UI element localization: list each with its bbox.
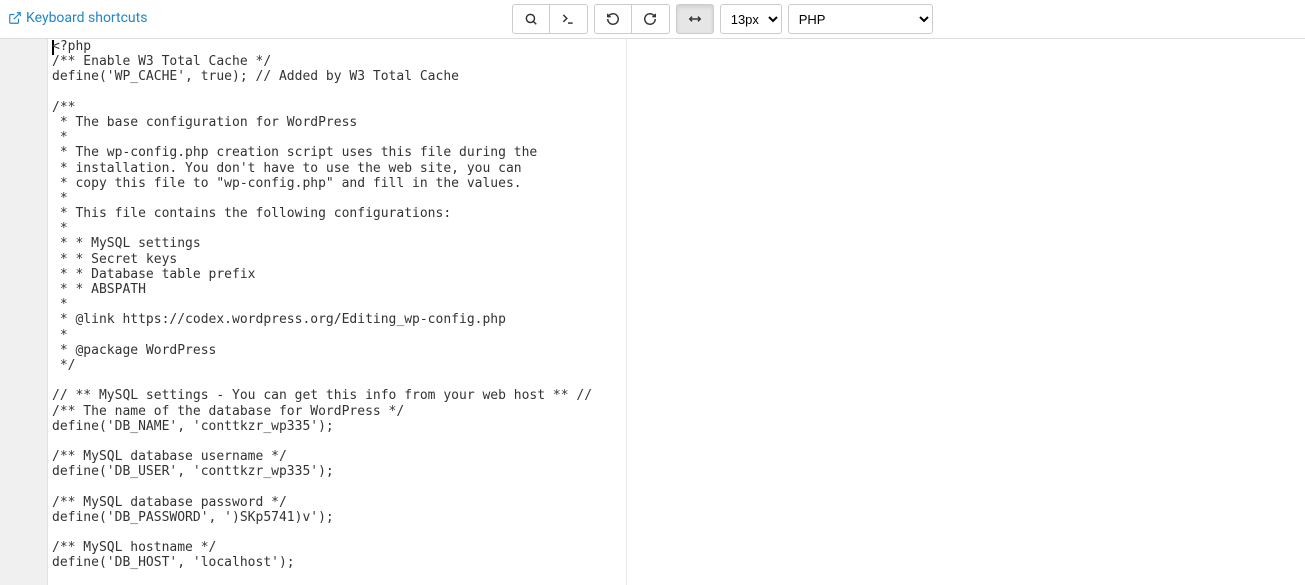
code-text[interactable]: /** MySQL database username */ [48, 449, 1305, 464]
keyboard-shortcuts-link[interactable]: Keyboard shortcuts [8, 10, 147, 26]
code-editor[interactable]: 1<?php2/** Enable W3 Total Cache */3defi… [0, 39, 1305, 585]
external-link-icon [8, 11, 22, 25]
code-text[interactable]: * @link https://codex.wordpress.org/Edit… [48, 312, 1305, 327]
editor-line[interactable]: 2/** Enable W3 Total Cache */ [0, 54, 1305, 69]
editor-line[interactable]: 21 * @package WordPress [0, 343, 1305, 358]
editor-line[interactable]: 10 * copy this file to "wp-config.php" a… [0, 176, 1305, 191]
code-text[interactable]: * The base configuration for WordPress [48, 115, 1305, 130]
code-text[interactable]: * This file contains the following confi… [48, 206, 1305, 221]
code-text[interactable]: * installation. You don't have to use th… [48, 161, 1305, 176]
arrows-horizontal-icon [688, 12, 702, 26]
editor-line[interactable]: 23 [0, 373, 1305, 388]
code-text[interactable] [48, 434, 1305, 449]
code-text[interactable] [48, 85, 1305, 100]
wrap-toggle-button[interactable] [676, 4, 714, 34]
code-text[interactable] [48, 571, 1305, 585]
editor-line[interactable]: 30 [0, 479, 1305, 494]
code-text[interactable]: <?php [48, 39, 1305, 54]
code-text[interactable]: * [48, 221, 1305, 236]
editor-line[interactable]: 24// ** MySQL settings - You can get thi… [0, 388, 1305, 403]
editor-line[interactable]: 3define('WP_CACHE', true); // Added by W… [0, 69, 1305, 84]
editor-line[interactable]: 22 */ [0, 358, 1305, 373]
editor-line[interactable]: 1<?php [0, 39, 1305, 54]
code-text[interactable]: * * Secret keys [48, 252, 1305, 267]
editor-line[interactable]: 11 * [0, 191, 1305, 206]
editor-line[interactable]: 15 * * Secret keys [0, 252, 1305, 267]
editor-line[interactable]: 17 * * ABSPATH [0, 282, 1305, 297]
editor-line[interactable]: 6 * The base configuration for WordPress [0, 115, 1305, 130]
code-text[interactable]: * [48, 130, 1305, 145]
editor-toolbar: Keyboard shortcuts 13px PHP [0, 0, 1305, 38]
syntax-mode-select[interactable]: PHP [788, 4, 933, 34]
editor-line[interactable]: 36 [0, 571, 1305, 585]
code-text[interactable]: define('DB_HOST', 'localhost'); [48, 555, 1305, 570]
editor-line[interactable]: 5/** [0, 100, 1305, 115]
editor-line[interactable]: 28/** MySQL database username */ [0, 449, 1305, 464]
code-text[interactable]: * * ABSPATH [48, 282, 1305, 297]
code-text[interactable]: /** MySQL hostname */ [48, 540, 1305, 555]
editor-line[interactable]: 25/** The name of the database for WordP… [0, 404, 1305, 419]
code-text[interactable]: /** MySQL database password */ [48, 495, 1305, 510]
editor-line[interactable]: 27 [0, 434, 1305, 449]
code-text[interactable] [48, 525, 1305, 540]
editor-line[interactable]: 35define('DB_HOST', 'localhost'); [0, 555, 1305, 570]
editor-line[interactable]: 12 * This file contains the following co… [0, 206, 1305, 221]
redo-icon [643, 12, 657, 26]
code-text[interactable]: * [48, 328, 1305, 343]
code-text[interactable] [48, 373, 1305, 388]
editor-line[interactable]: 33 [0, 525, 1305, 540]
code-text[interactable]: */ [48, 358, 1305, 373]
code-text[interactable]: * [48, 191, 1305, 206]
editor-line[interactable]: 18 * [0, 297, 1305, 312]
code-text[interactable]: * * Database table prefix [48, 267, 1305, 282]
code-text[interactable]: * @package WordPress [48, 343, 1305, 358]
editor-line[interactable]: 9 * installation. You don't have to use … [0, 161, 1305, 176]
editor-line[interactable]: 4 [0, 85, 1305, 100]
code-text[interactable]: define('DB_NAME', 'conttkzr_wp335'); [48, 419, 1305, 434]
code-text[interactable]: /** [48, 100, 1305, 115]
code-text[interactable]: * copy this file to "wp-config.php" and … [48, 176, 1305, 191]
code-text[interactable]: // ** MySQL settings - You can get this … [48, 388, 1305, 403]
code-text[interactable]: define('WP_CACHE', true); // Added by W3… [48, 69, 1305, 84]
gutter-background [0, 39, 48, 585]
code-text[interactable]: /** The name of the database for WordPre… [48, 404, 1305, 419]
code-text[interactable]: * The wp-config.php creation script uses… [48, 145, 1305, 160]
editor-line[interactable]: 20 * [0, 328, 1305, 343]
editor-line[interactable]: 34/** MySQL hostname */ [0, 540, 1305, 555]
keyboard-shortcuts-label: Keyboard shortcuts [26, 10, 147, 26]
font-size-select[interactable]: 13px [720, 4, 782, 34]
editor-line[interactable]: 8 * The wp-config.php creation script us… [0, 145, 1305, 160]
code-text[interactable]: * [48, 297, 1305, 312]
editor-line[interactable]: 32define('DB_PASSWORD', ')SKp5741)v'); [0, 510, 1305, 525]
editor-line[interactable]: 16 * * Database table prefix [0, 267, 1305, 282]
search-button[interactable] [512, 4, 550, 34]
code-text[interactable] [48, 479, 1305, 494]
editor-line[interactable]: 13 * [0, 221, 1305, 236]
editor-line[interactable]: 7 * [0, 130, 1305, 145]
code-text[interactable]: /** Enable W3 Total Cache */ [48, 54, 1305, 69]
code-text[interactable]: * * MySQL settings [48, 236, 1305, 251]
editor-line[interactable]: 14 * * MySQL settings [0, 236, 1305, 251]
undo-button[interactable] [594, 4, 632, 34]
editor-line[interactable]: 19 * @link https://codex.wordpress.org/E… [0, 312, 1305, 327]
terminal-button[interactable] [550, 4, 588, 34]
code-text[interactable]: define('DB_USER', 'conttkzr_wp335'); [48, 464, 1305, 479]
editor-line[interactable]: 26define('DB_NAME', 'conttkzr_wp335'); [0, 419, 1305, 434]
undo-icon [606, 12, 620, 26]
editor-line[interactable]: 31/** MySQL database password */ [0, 495, 1305, 510]
terminal-icon [561, 12, 575, 26]
code-text[interactable]: define('DB_PASSWORD', ')SKp5741)v'); [48, 510, 1305, 525]
redo-button[interactable] [632, 4, 670, 34]
search-icon [524, 12, 538, 26]
editor-line[interactable]: 29define('DB_USER', 'conttkzr_wp335'); [0, 464, 1305, 479]
